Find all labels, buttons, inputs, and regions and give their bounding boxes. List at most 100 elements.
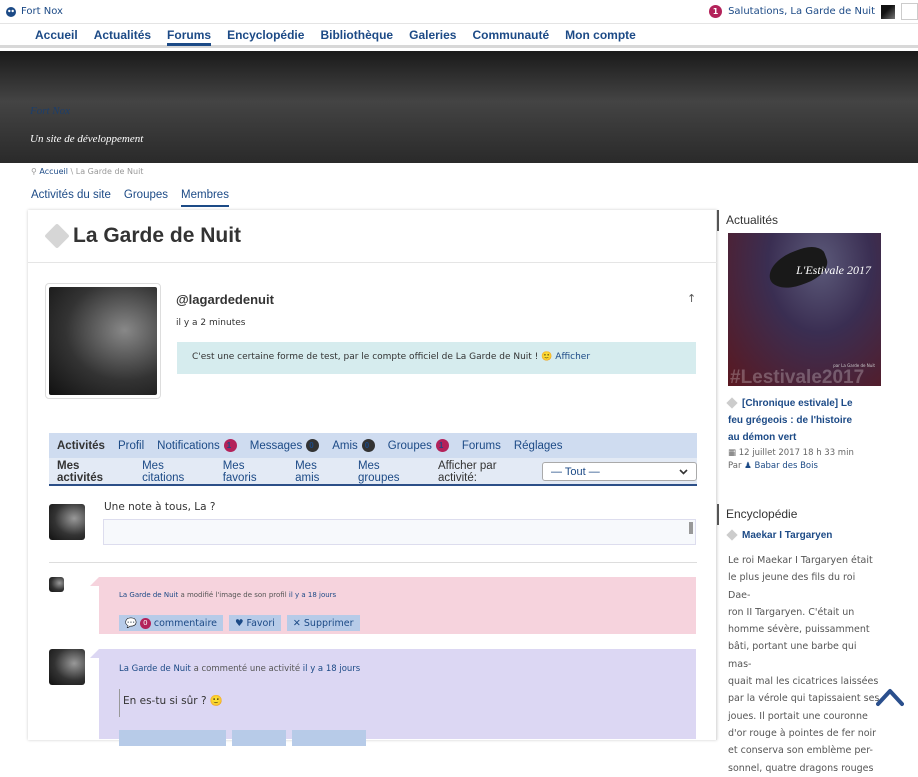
subtab-mes-citations[interactable]: Mes citations [142, 460, 209, 484]
nav-communaute[interactable]: Communauté [472, 24, 549, 46]
activity-filter-label: Afficher par activité: [437, 459, 497, 484]
news-featured-image[interactable]: L'Estivale 2017 par La Garde de Nuit #Le… [728, 233, 881, 386]
admin-site-name: Fort Nox [21, 6, 63, 17]
activity-filter-value: — Tout — [550, 465, 600, 478]
amis-count: 0 [361, 439, 375, 452]
activity-content-text: En es-tu si sûr ? [123, 695, 207, 707]
nav-encyclopedie[interactable]: Encyclopédie [227, 24, 304, 46]
heart-icon: ♥ [234, 617, 244, 629]
notifications-count: 1 [223, 439, 237, 452]
member-tab-notifications[interactable]: Notifications 1 [157, 439, 237, 452]
activity-author-link[interactable]: La Garde de Nuit [119, 591, 178, 599]
excerpt-line: sonnel, quatre dragons rouges [728, 762, 874, 774]
activity-author-link[interactable]: La Garde de Nuit [119, 664, 191, 674]
sub-nav-underline [49, 484, 697, 486]
breadcrumb-home[interactable]: Accueil [39, 167, 68, 176]
activity-avatar[interactable] [49, 577, 64, 592]
nav-forums[interactable]: Forums [167, 24, 212, 46]
member-tab-messages[interactable]: Messages 0 [249, 439, 320, 452]
banner-title[interactable]: Fort Nox [30, 105, 70, 117]
news-post-date: 12 juillet 2017 18 h 33 min [738, 448, 854, 458]
profile-last-active: il y a 2 minutes [176, 318, 246, 328]
nav-mon-compte[interactable]: Mon compte [565, 24, 636, 46]
comment-count: 0 [139, 617, 151, 629]
excerpt-line: bâti, portant une barbe qui mas- [728, 641, 857, 670]
excerpt-line: ron II Targaryen. C'était un [728, 606, 855, 618]
delete-button[interactable]: ✕ Supprimer [286, 615, 360, 631]
comment-label: commentaire [153, 617, 217, 629]
comments-icon: 💬 [125, 617, 137, 629]
page-title: La Garde de Nuit [44, 223, 242, 249]
favorite-button[interactable] [232, 730, 286, 746]
nav-galeries[interactable]: Galeries [409, 24, 456, 46]
favorite-button[interactable]: ♥ Favori [228, 615, 281, 631]
scroll-up-arrow-icon[interactable]: ↑ [687, 292, 696, 305]
member-tab-amis[interactable]: Amis 0 [332, 439, 375, 452]
admin-notification-badge[interactable]: 1 [709, 5, 723, 18]
member-tab-profil[interactable]: Profil [118, 440, 144, 452]
activity-item: La Garde de Nuit a modifié l'image de so… [90, 577, 696, 634]
admin-greeting[interactable]: Salutations, La Garde de Nuit [728, 6, 875, 17]
member-tab-groupes[interactable]: Groupes 1 [388, 439, 449, 452]
excerpt-line: homme sévère, puissamment [728, 624, 870, 636]
post-form-textarea[interactable] [103, 519, 696, 545]
tab-site-activity[interactable]: Activités du site [31, 189, 111, 207]
news-image-watermark: #Lestivale2017 [730, 367, 865, 386]
encyclopedia-post-title: Maekar I Targaryen [742, 530, 833, 541]
comment-button[interactable]: 💬 0 commentaire [119, 615, 223, 631]
nav-actualites[interactable]: Actualités [94, 24, 151, 46]
activity-filter-select[interactable]: — Tout — [541, 462, 697, 481]
tab-members[interactable]: Membres [181, 189, 229, 207]
member-tab-messages-label: Messages [249, 439, 303, 452]
activity-content: En es-tu si sûr ? 🙂 [119, 689, 223, 717]
nav-accueil[interactable]: Accueil [35, 24, 78, 46]
member-tab-reglages[interactable]: Réglages [514, 440, 563, 452]
latest-update: C'est une certaine forme de test, par le… [177, 342, 696, 374]
tab-groups[interactable]: Groupes [124, 189, 168, 207]
admin-extra-box[interactable] [901, 3, 918, 20]
main-nav: Accueil Actualités Forums Encyclopédie B… [0, 24, 918, 48]
member-tab-activites[interactable]: Activités [57, 440, 105, 452]
news-post-author[interactable]: Babar des Bois [754, 461, 817, 471]
page-title-text: La Garde de Nuit [73, 224, 242, 247]
textarea-scrollbar[interactable] [689, 522, 693, 534]
subtab-mes-favoris[interactable]: Mes favoris [223, 460, 281, 484]
back-to-top-icon[interactable] [876, 685, 904, 707]
latest-update-link[interactable]: Afficher [555, 352, 590, 362]
tag-icon [44, 223, 70, 249]
excerpt-line: le plus jeune des fils du roi Dae- [728, 572, 856, 601]
admin-avatar[interactable] [881, 4, 895, 19]
news-post-by: Par [728, 461, 742, 471]
excerpt-line: et conserva son emblème per- [728, 745, 873, 757]
news-post-link[interactable]: [Chronique estivale] Le feu grégeois : d… [726, 395, 853, 446]
subtab-mes-amis[interactable]: Mes amis [295, 460, 344, 484]
latest-update-text: C'est une certaine forme de test, par le… [192, 352, 539, 362]
news-post-line2: feu grégeois : de l'histoire [728, 415, 853, 426]
activity-time-link[interactable]: il y a 18 jours [303, 664, 360, 674]
comment-button[interactable] [119, 730, 226, 746]
admin-bar: Fort Nox 1 Salutations, La Garde de Nuit [0, 0, 918, 24]
site-banner: Fort Nox Un site de développement [0, 51, 918, 163]
nav-bibliotheque[interactable]: Bibliothèque [320, 24, 393, 46]
encyclopedia-post-link[interactable]: Maekar I Targaryen [726, 527, 833, 544]
member-tab-notifications-label: Notifications [157, 439, 220, 452]
excerpt-line: Le roi Maekar I Targaryen était [728, 555, 873, 566]
member-tab-forums[interactable]: Forums [462, 440, 501, 452]
activity-meta: La Garde de Nuit a commenté une activité… [119, 664, 360, 674]
admin-site-link[interactable]: Fort Nox [6, 6, 63, 17]
post-form-avatar[interactable] [49, 504, 85, 540]
divider [49, 562, 697, 563]
activity-buttons [119, 730, 366, 746]
activity-time-link[interactable]: il y a 18 jours [289, 591, 336, 599]
chevron-down-icon [679, 468, 688, 475]
subtab-mes-activites[interactable]: Mes activités [57, 460, 128, 484]
post-form-prompt: Une note à tous, La ? [104, 501, 216, 513]
delete-label: Supprimer [303, 617, 354, 629]
activity-avatar[interactable] [49, 649, 85, 685]
news-post-line3: au démon vert [728, 432, 797, 443]
profile-avatar[interactable] [45, 283, 161, 399]
subtab-mes-groupes[interactable]: Mes groupes [358, 460, 424, 484]
activity-item: La Garde de Nuit a commenté une activité… [90, 649, 696, 746]
banner-tagline: Un site de développement [30, 133, 144, 145]
delete-button[interactable] [292, 730, 366, 746]
